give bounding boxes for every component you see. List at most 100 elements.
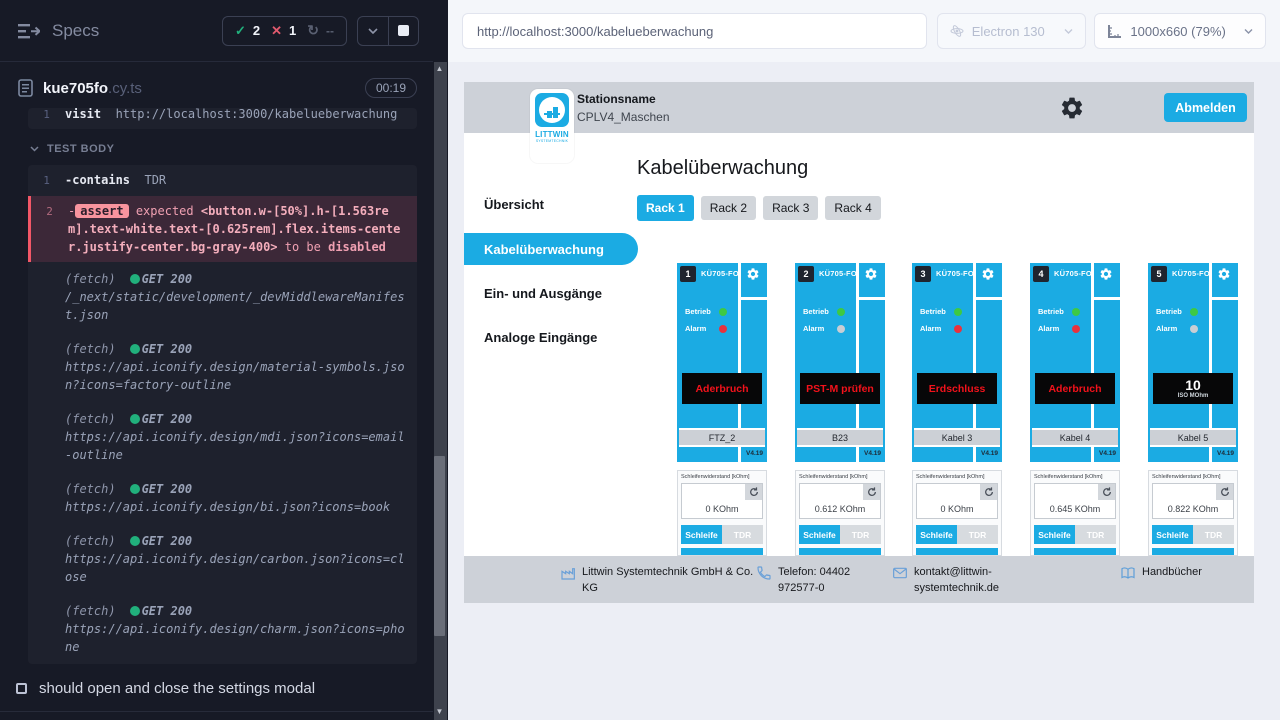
firmware-version: V4.19: [741, 450, 765, 457]
alarm-label: Alarm: [803, 324, 831, 333]
specs-list-icon[interactable]: [18, 23, 40, 39]
contains-arg: TDR: [144, 173, 166, 187]
tdr-button[interactable]: TDR: [1193, 525, 1234, 544]
loop-value-box: 0 KOhm: [681, 483, 763, 519]
footer-manuals[interactable]: Handbücher: [1120, 565, 1202, 581]
betrieb-label: Betrieb: [1038, 307, 1066, 316]
loop-value: 0 KOhm: [682, 504, 762, 514]
passed-icon: ✓: [235, 23, 246, 39]
sidebar-item-ein-und-ausgaenge[interactable]: Ein- und Ausgänge: [484, 286, 602, 301]
tab-rack-2[interactable]: Rack 2: [701, 196, 756, 220]
betrieb-led: [837, 308, 845, 316]
refresh-button[interactable]: [745, 484, 762, 500]
firmware-version: V4.19: [976, 450, 1000, 457]
schleife-button[interactable]: Schleife: [1152, 525, 1193, 544]
refresh-button[interactable]: [980, 484, 997, 500]
refresh-button[interactable]: [1098, 484, 1115, 500]
card-settings-icon[interactable]: [746, 267, 760, 281]
betrieb-led: [1072, 308, 1080, 316]
footer-email: kontakt@littwin-systemtechnik.de: [892, 565, 1032, 597]
scrollbar-up-arrow[interactable]: ▲: [433, 63, 446, 75]
tdr-button[interactable]: TDR: [957, 525, 998, 544]
schleife-button[interactable]: Schleife: [799, 525, 840, 544]
chevron-down-icon: [1064, 29, 1073, 34]
test-body-section[interactable]: TEST BODY: [30, 143, 417, 155]
card-divider: [1094, 297, 1120, 300]
tdr-button[interactable]: TDR: [840, 525, 881, 544]
assert-state: disabled: [328, 240, 386, 254]
card-model: KÜ705-FO: [701, 269, 739, 278]
loop-panel: Schleifenwiderstand [kOhm] 0.612 KOhm Sc…: [795, 470, 885, 556]
firmware-version: V4.19: [859, 450, 883, 457]
command-number: 1: [28, 171, 65, 190]
refresh-button[interactable]: [863, 484, 880, 500]
loop-value-box: 0.612 KOhm: [799, 483, 881, 519]
test-stats: ✓ 2 ✕ 1 ↻ --: [222, 16, 347, 46]
card-model: KÜ705-FO: [819, 269, 857, 278]
sidebar-item-kabelueberwachung[interactable]: Kabelüberwachung: [464, 233, 638, 265]
browser-selector[interactable]: Electron 130: [937, 13, 1087, 49]
phone-icon: [756, 565, 772, 581]
assert-chip: assert: [75, 204, 128, 218]
visit-command-block[interactable]: 1 visit http://localhost:3000/kabelueber…: [28, 108, 417, 129]
logout-button[interactable]: Abmelden: [1164, 93, 1247, 122]
fetch-log-entry[interactable]: (fetch)GET 200 https://api.iconify.desig…: [28, 402, 417, 472]
settings-gear-icon[interactable]: [1059, 95, 1085, 121]
card-settings-icon[interactable]: [864, 267, 878, 281]
loop-resistance-label: Schleifenwiderstand [kOhm]: [1034, 474, 1102, 480]
sidebar-item-analoge-eingaenge[interactable]: Analoge Eingänge: [484, 330, 597, 345]
spec-file-icon: [18, 79, 33, 97]
footer-email-text: kontakt@littwin-systemtechnik.de: [914, 565, 1032, 597]
firmware-version: V4.19: [1094, 450, 1118, 457]
visit-url: http://localhost:3000/kabelueberwachung: [116, 108, 398, 121]
panel-strip: [1034, 548, 1116, 556]
browser-name: Electron 130: [972, 24, 1045, 39]
schleife-button[interactable]: Schleife: [1034, 525, 1075, 544]
factory-icon: [560, 565, 576, 581]
card-settings-icon[interactable]: [981, 267, 995, 281]
fetch-status: GET 200: [142, 412, 193, 426]
collapse-button[interactable]: [358, 17, 388, 45]
tab-rack-3[interactable]: Rack 3: [763, 196, 818, 220]
fetch-log-entry[interactable]: (fetch)GET 200 https://api.iconify.desig…: [28, 524, 417, 594]
url-input[interactable]: [462, 13, 927, 49]
failed-count: 1: [289, 23, 296, 38]
fetch-label: (fetch): [65, 534, 116, 548]
pending-test[interactable]: should open and close the settings modal: [16, 680, 433, 697]
stop-button[interactable]: [388, 17, 418, 45]
fetch-log-entry[interactable]: (fetch)GET 200 /_next/static/development…: [28, 262, 417, 332]
loop-panel: Schleifenwiderstand [kOhm] 0.822 KOhm Sc…: [1148, 470, 1238, 556]
iso-unit: ISO MOhm: [1178, 393, 1209, 399]
schleife-button[interactable]: Schleife: [916, 525, 957, 544]
betrieb-led: [719, 308, 727, 316]
fetch-log-entry[interactable]: (fetch)GET 200 https://api.iconify.desig…: [28, 332, 417, 402]
viewport-selector[interactable]: 1000x660 (79%): [1094, 13, 1266, 49]
tdr-button[interactable]: TDR: [1075, 525, 1116, 544]
spec-row[interactable]: kue705fo .cy.ts 00:19: [0, 62, 433, 108]
card-settings-icon[interactable]: [1217, 267, 1231, 281]
loop-panel: Schleifenwiderstand [kOhm] 0.645 KOhm Sc…: [1030, 470, 1120, 556]
chevron-down-icon: [368, 28, 378, 34]
tab-rack-4[interactable]: Rack 4: [825, 196, 880, 220]
card-settings-icon[interactable]: [1099, 267, 1113, 281]
scrollbar-thumb[interactable]: [434, 456, 445, 636]
contains-command[interactable]: 1 -contains TDR: [28, 165, 417, 196]
footer-manuals-text: Handbücher: [1142, 565, 1202, 581]
refresh-icon: [867, 487, 877, 497]
assert-command-failed[interactable]: 2 -assert expected <button.w-[50%].h-[1.…: [28, 196, 417, 262]
scrollbar-down-arrow[interactable]: ▼: [433, 706, 446, 718]
tdr-button[interactable]: TDR: [722, 525, 763, 544]
tab-rack-1[interactable]: Rack 1: [637, 195, 694, 221]
fetch-log-entry[interactable]: (fetch)GET 200 https://api.iconify.desig…: [28, 472, 417, 524]
status-ok-dot: [130, 484, 140, 494]
status-ok-dot: [130, 344, 140, 354]
app-sidebar: Übersicht Kabelüberwachung Ein- und Ausg…: [464, 133, 640, 556]
sidebar-item-uebersicht[interactable]: Übersicht: [484, 197, 544, 212]
betrieb-label: Betrieb: [803, 307, 831, 316]
schleife-button[interactable]: Schleife: [681, 525, 722, 544]
betrieb-led: [1190, 308, 1198, 316]
fetch-log-entry[interactable]: (fetch)GET 200 https://api.iconify.desig…: [28, 594, 417, 664]
status-display: Aderbruch: [682, 373, 762, 404]
refresh-button[interactable]: [1216, 484, 1233, 500]
cable-monitor-card: 4 KÜ705-FO Betrieb Alarm Aderbruch Kabel…: [1030, 263, 1120, 556]
